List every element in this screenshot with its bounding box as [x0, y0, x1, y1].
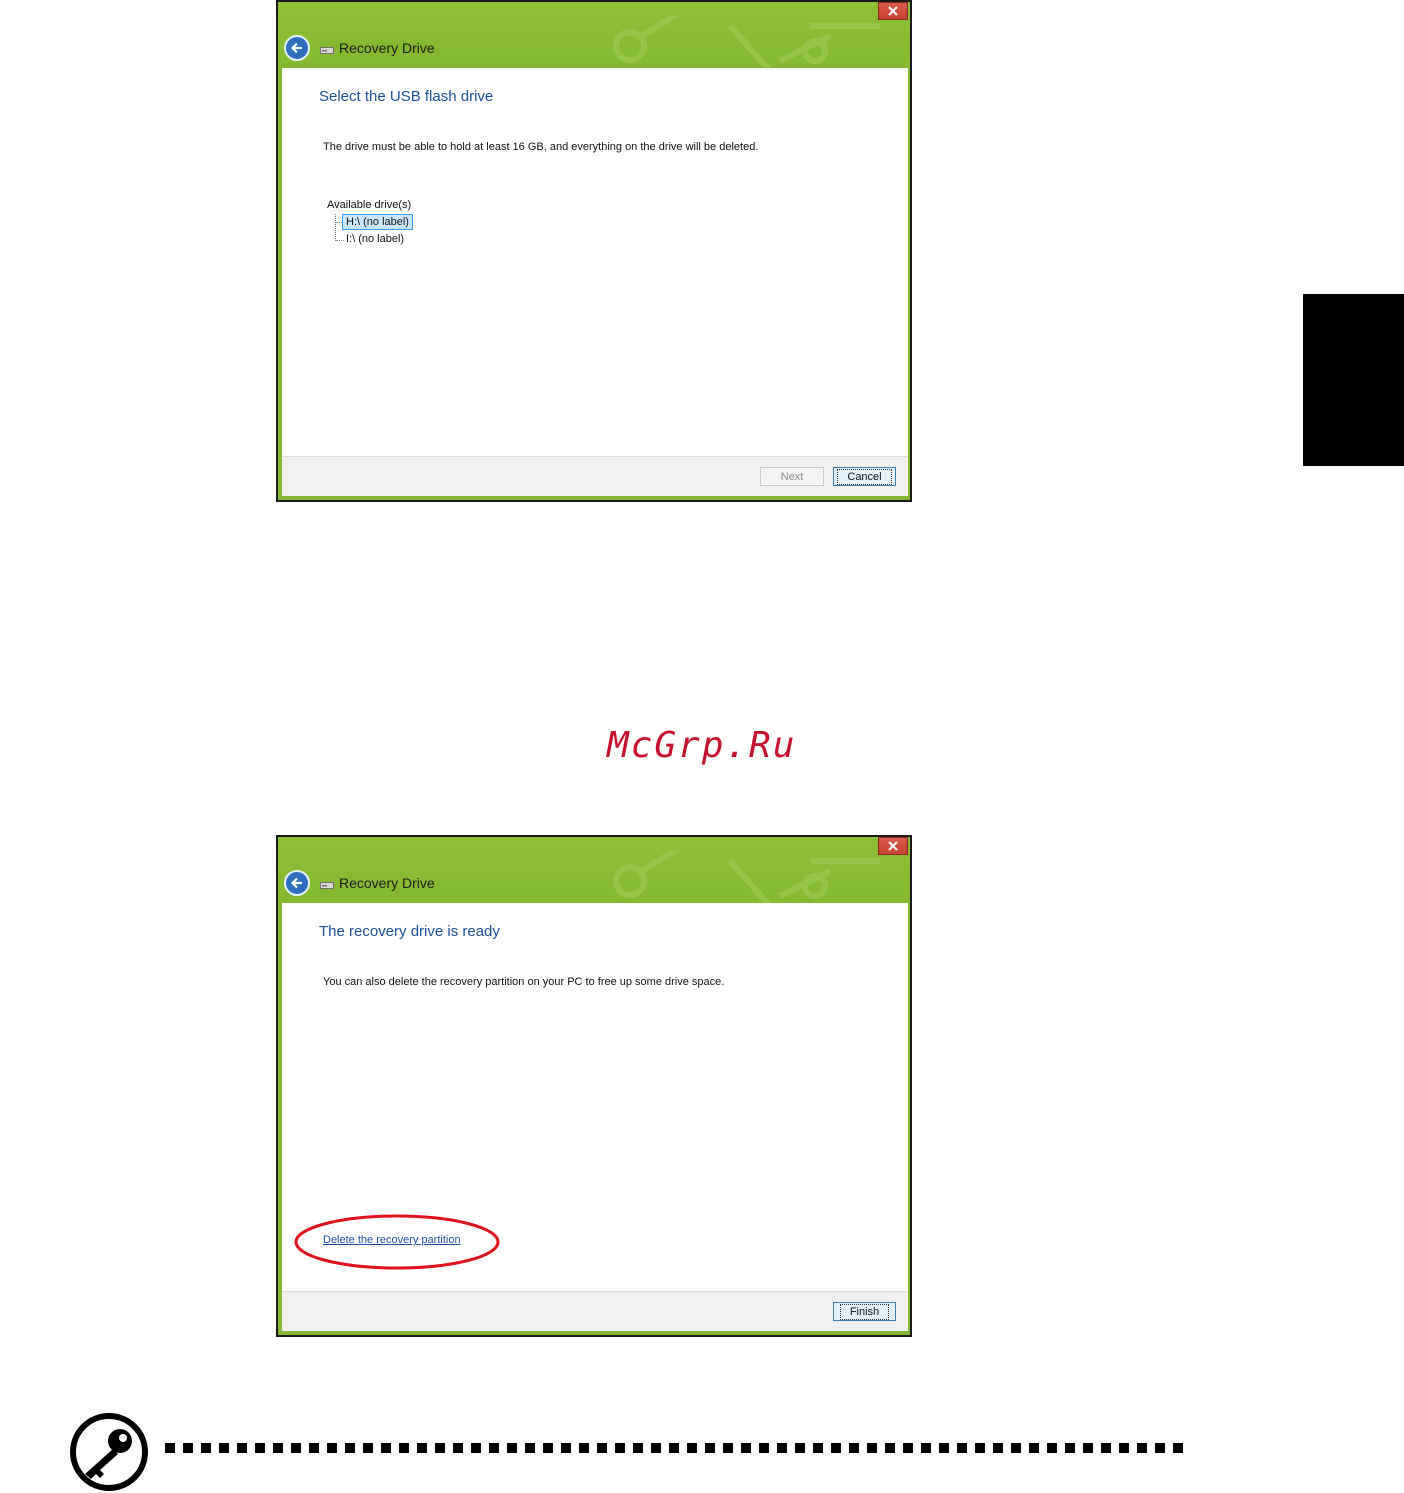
cancel-button-label: Cancel [837, 468, 892, 485]
wizard-heading: Select the USB flash drive [319, 88, 494, 105]
background-tools-decoration [613, 16, 880, 68]
wizard-description: You can also delete the recovery partiti… [323, 976, 725, 988]
drive-icon [320, 882, 334, 889]
background-tools-decoration [613, 851, 880, 903]
wizard-content: Select the USB flash drive The drive mus… [282, 68, 908, 456]
close-icon [888, 841, 898, 851]
window-title: Recovery Drive [339, 875, 435, 891]
back-arrow-icon [290, 42, 302, 54]
key-icon [70, 1413, 148, 1491]
close-button[interactable] [878, 2, 908, 20]
wizard-footer: Finish [282, 1291, 908, 1331]
close-button[interactable] [878, 837, 908, 855]
watermark-text: McGrp.Ru [607, 725, 797, 766]
cancel-button[interactable]: Cancel [833, 467, 896, 486]
wizard-description: The drive must be able to hold at least … [323, 141, 759, 153]
chapter-tab-block [1303, 294, 1404, 466]
wizard-footer: Next Cancel [282, 456, 908, 496]
tree-connector [335, 214, 336, 241]
finish-button-label: Finish [839, 1303, 890, 1320]
wizard-heading: The recovery drive is ready [319, 923, 500, 940]
next-button[interactable]: Next [760, 467, 824, 486]
close-icon [888, 6, 898, 16]
drive-item-i[interactable]: I:\ (no label) [343, 232, 407, 246]
back-arrow-icon [290, 877, 302, 889]
back-button[interactable] [284, 870, 310, 896]
drive-icon [320, 47, 334, 54]
dashed-separator [165, 1443, 1185, 1453]
title-bar: Recovery Drive [278, 2, 910, 68]
back-button[interactable] [284, 35, 310, 61]
recovery-drive-window-select: Recovery Drive Select the USB flash driv… [276, 0, 912, 502]
title-bar: Recovery Drive [278, 837, 910, 903]
window-title: Recovery Drive [339, 40, 435, 56]
finish-button[interactable]: Finish [833, 1302, 896, 1321]
drive-item-h[interactable]: H:\ (no label) [342, 214, 413, 230]
highlight-ellipse [294, 1214, 500, 1270]
drive-tree-root: Available drive(s) [327, 199, 412, 211]
